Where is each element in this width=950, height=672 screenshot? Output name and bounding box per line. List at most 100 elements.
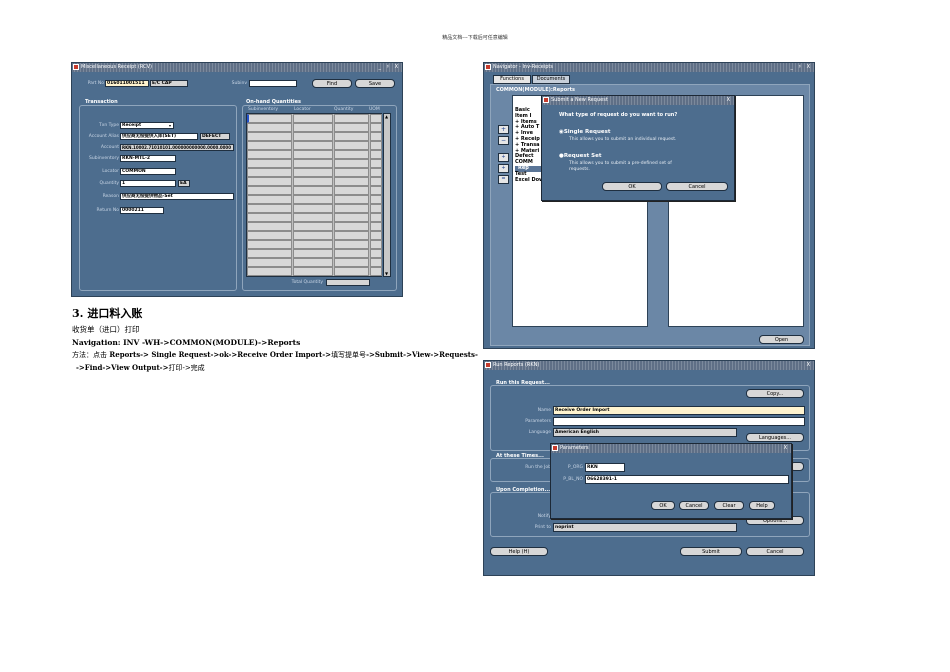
onhand-scrollbar[interactable]: ▲ ▼ <box>383 113 391 277</box>
uom-field[interactable]: EA <box>178 180 190 187</box>
onhand-grid-cell[interactable] <box>370 159 382 168</box>
onhand-grid-cell[interactable] <box>370 141 382 150</box>
language-field[interactable]: American English <box>553 428 737 437</box>
onhand-grid-cell[interactable] <box>293 258 333 267</box>
locator-field[interactable]: COMMON <box>120 168 176 175</box>
onhand-grid-cell[interactable] <box>293 159 333 168</box>
onhand-grid-cell[interactable] <box>247 213 292 222</box>
request-name-field[interactable]: Receive Order Import <box>553 406 805 415</box>
onhand-grid-cell[interactable] <box>293 186 333 195</box>
onhand-grid-cell[interactable] <box>334 123 369 132</box>
onhand-grid-cell[interactable] <box>334 195 369 204</box>
onhand-grid-cell[interactable] <box>293 222 333 231</box>
onhand-grid-cell[interactable] <box>247 222 292 231</box>
onhand-grid-cell[interactable] <box>334 150 369 159</box>
onhand-grid-cell[interactable] <box>247 123 292 132</box>
onhand-grid-cell[interactable] <box>370 168 382 177</box>
onhand-grid-cell[interactable] <box>334 231 369 240</box>
onhand-grid-cell[interactable] <box>293 141 333 150</box>
onhand-grid-cell[interactable] <box>293 177 333 186</box>
onhand-grid-cell[interactable] <box>293 213 333 222</box>
onhand-grid-cell[interactable] <box>293 204 333 213</box>
parameters-field[interactable] <box>553 417 805 426</box>
onhand-grid-cell[interactable] <box>334 159 369 168</box>
onhand-grid-cell[interactable] <box>370 258 382 267</box>
close-icon[interactable]: X <box>727 96 732 105</box>
schedule-button[interactable] <box>790 462 804 471</box>
ok-button[interactable]: OK <box>602 182 662 191</box>
onhand-grid-cell[interactable] <box>247 231 292 240</box>
onhand-grid-cell[interactable] <box>293 249 333 258</box>
onhand-grid-cell[interactable] <box>370 177 382 186</box>
request-set-radio[interactable]: ●Request Set <box>559 153 602 159</box>
onhand-grid-cell[interactable] <box>334 186 369 195</box>
copy-button[interactable]: Copy... <box>746 389 804 398</box>
onhand-grid-cell[interactable] <box>247 141 292 150</box>
window-controls[interactable]: _ ♯ X <box>378 63 400 72</box>
onhand-grid-cell[interactable] <box>370 132 382 141</box>
onhand-grid-cell[interactable] <box>334 222 369 231</box>
p-bl-no-field[interactable]: 06628391-1 <box>585 475 789 484</box>
onhand-grid-cell[interactable] <box>247 267 292 276</box>
part-desc-field[interactable]: E/C CAP <box>150 80 188 87</box>
onhand-grid-cell[interactable] <box>370 123 382 132</box>
onhand-grid-cell[interactable] <box>247 150 292 159</box>
onhand-grid-cell[interactable] <box>370 249 382 258</box>
collapse-all-icon[interactable]: = <box>498 175 509 184</box>
onhand-grid-cell[interactable] <box>334 267 369 276</box>
onhand-grid-cell[interactable] <box>247 204 292 213</box>
reason-field[interactable]: 供应商无偿提供物品-Set <box>120 193 234 200</box>
onhand-grid-cell[interactable] <box>334 240 369 249</box>
return-no-field[interactable]: 0000211 <box>120 207 164 214</box>
clear-button[interactable]: Clear <box>714 501 744 510</box>
onhand-grid-cell[interactable] <box>293 195 333 204</box>
onhand-grid-cell[interactable] <box>334 141 369 150</box>
onhand-grid[interactable] <box>246 113 382 277</box>
help-button[interactable]: Help (H) <box>490 547 548 556</box>
onhand-grid-cell[interactable] <box>370 204 382 213</box>
cancel-button[interactable]: Cancel <box>746 547 804 556</box>
submit-button[interactable]: Submit <box>680 547 742 556</box>
onhand-grid-cell[interactable] <box>334 177 369 186</box>
ok-button[interactable]: OK <box>651 501 675 510</box>
close-icon[interactable]: X <box>807 361 812 370</box>
onhand-grid-cell[interactable] <box>247 186 292 195</box>
subinventory-field[interactable]: RKN-MTL-2 <box>120 155 176 162</box>
onhand-grid-cell[interactable] <box>293 168 333 177</box>
print-to-field[interactable]: noprint <box>553 523 737 532</box>
close-icon[interactable]: X <box>784 444 789 453</box>
onhand-grid-cell[interactable] <box>334 213 369 222</box>
onhand-grid-cell[interactable] <box>370 186 382 195</box>
onhand-grid-cell[interactable] <box>247 177 292 186</box>
onhand-grid-cell[interactable] <box>247 258 292 267</box>
collapse-icon[interactable]: − <box>498 136 509 145</box>
onhand-grid-cell[interactable] <box>293 231 333 240</box>
onhand-grid-cell[interactable] <box>334 114 369 123</box>
expand-branch-icon[interactable]: + <box>498 153 509 162</box>
find-button[interactable]: Find <box>312 79 352 88</box>
onhand-grid-cell[interactable] <box>293 114 333 123</box>
single-request-radio[interactable]: ◉Single Request <box>559 129 611 135</box>
onhand-grid-cell[interactable] <box>247 240 292 249</box>
onhand-grid-cell[interactable] <box>247 195 292 204</box>
p-org-field[interactable]: RKN <box>585 463 625 472</box>
onhand-grid-cell[interactable] <box>370 240 382 249</box>
account-alias-desc[interactable]: DEFECT <box>200 133 230 140</box>
quantity-field[interactable]: 1 <box>120 180 176 187</box>
expand-all-icon[interactable]: + <box>498 164 509 173</box>
onhand-grid-cell[interactable] <box>293 150 333 159</box>
onhand-grid-cell[interactable] <box>334 168 369 177</box>
cancel-button[interactable]: Cancel <box>679 501 709 510</box>
cancel-button[interactable]: Cancel <box>666 182 728 191</box>
languages-button[interactable]: Languages... <box>746 433 804 442</box>
onhand-grid-cell[interactable] <box>334 132 369 141</box>
subinv-field[interactable] <box>249 80 297 87</box>
tab-functions[interactable]: Functions <box>493 75 531 84</box>
expand-icon[interactable]: + <box>498 125 509 134</box>
onhand-grid-cell[interactable] <box>247 249 292 258</box>
onhand-grid-cell[interactable] <box>370 150 382 159</box>
account-field[interactable]: RKN.10002.71010101.000000000000.0000.000… <box>120 144 234 151</box>
onhand-grid-cell[interactable] <box>293 267 333 276</box>
part-no-field[interactable]: 016011001511 <box>105 80 149 87</box>
onhand-grid-cell[interactable] <box>370 213 382 222</box>
